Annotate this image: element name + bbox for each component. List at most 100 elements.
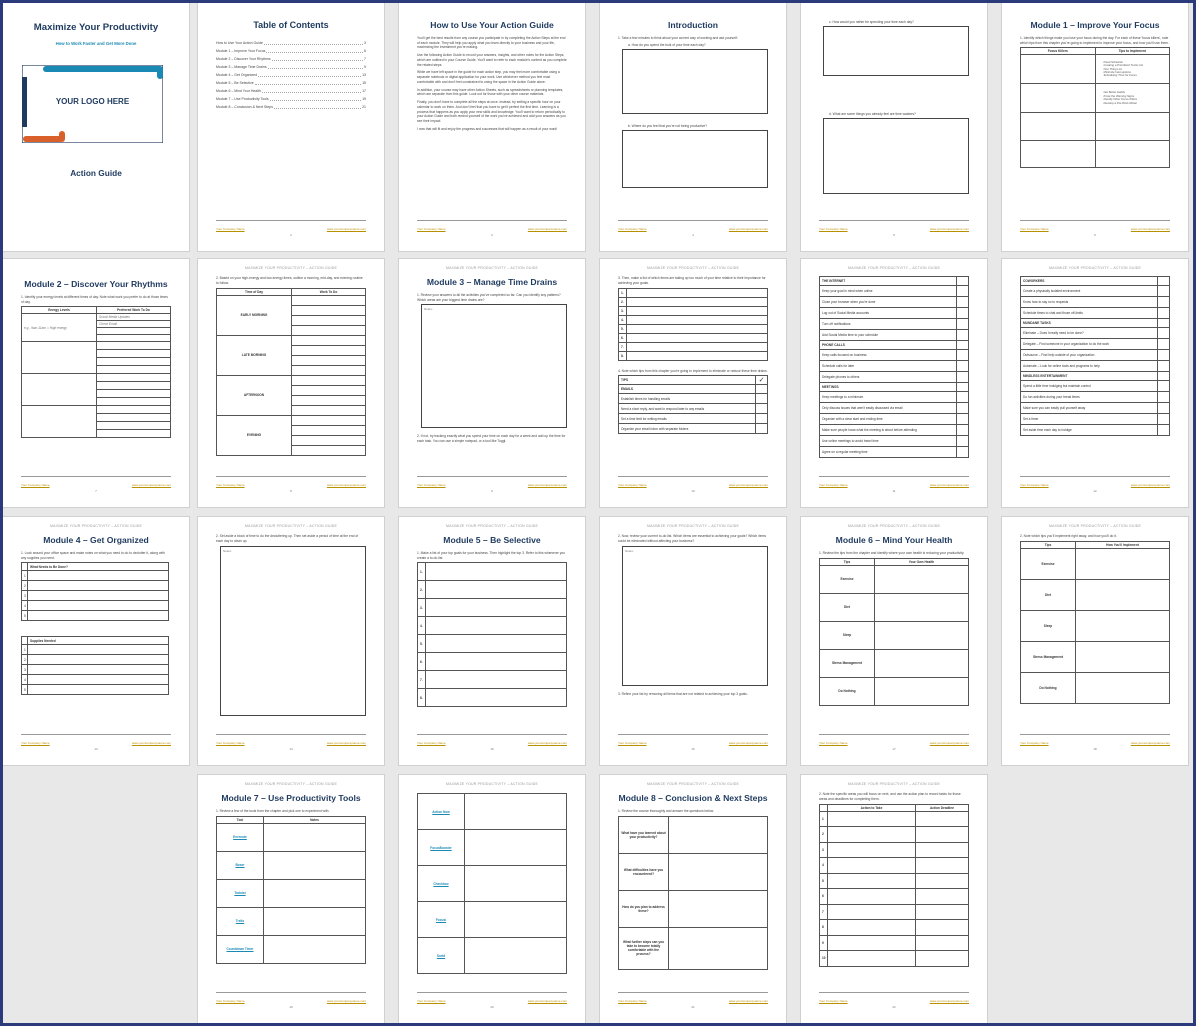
tool-link[interactable]: Trello [216, 906, 264, 936]
deadline-cell[interactable] [915, 934, 969, 952]
page-module-5-review[interactable]: MAXIMIZE YOUR PRODUCTIVITY – ACTION GUID… [600, 517, 786, 765]
footer-website[interactable]: www.yourcompanyname.com [1131, 227, 1170, 231]
page-module-3-tips[interactable]: MAXIMIZE YOUR PRODUCTIVITY – ACTION GUID… [801, 259, 987, 507]
action-cell[interactable] [827, 872, 916, 890]
entry-cell[interactable] [626, 323, 768, 334]
footer-website[interactable]: www.yourcompanyname.com [729, 227, 768, 231]
check-cell[interactable] [1157, 327, 1170, 339]
check-cell[interactable] [755, 403, 768, 415]
entry-cell[interactable] [425, 562, 567, 582]
tips-cell[interactable]: Fixed ScheduleCreating a Prioritized To-… [1094, 54, 1170, 85]
energy-cell[interactable] [21, 405, 97, 439]
footer-company[interactable]: Your Company Name [1020, 483, 1049, 487]
toc-entry[interactable]: How to Use Your Action Guide 3 [216, 39, 366, 47]
check-cell[interactable] [1157, 285, 1170, 297]
focus-killer-cell[interactable] [1020, 140, 1096, 169]
check-cell[interactable] [956, 307, 969, 319]
deadline-cell[interactable] [915, 872, 969, 890]
focus-killer-cell[interactable] [1020, 83, 1096, 114]
page-how-to-use[interactable]: How to Use Your Action Guide You'll get … [399, 3, 585, 251]
footer-website[interactable]: www.yourcompanyname.com [327, 483, 366, 487]
tool-link-text[interactable]: Todoist [234, 891, 245, 895]
deadline-cell[interactable] [915, 826, 969, 843]
page-module-5[interactable]: MAXIMIZE YOUR PRODUCTIVITY – ACTION GUID… [399, 517, 585, 765]
action-cell[interactable] [827, 950, 916, 967]
page-module-3[interactable]: MAXIMIZE YOUR PRODUCTIVITY – ACTION GUID… [399, 259, 585, 507]
page-cover[interactable]: Maximize Your Productivity How to Work F… [3, 3, 189, 251]
work-cell[interactable] [96, 397, 171, 407]
footer-website[interactable]: www.yourcompanyname.com [132, 483, 171, 487]
entry-cell[interactable] [27, 590, 169, 602]
page-module-6[interactable]: MAXIMIZE YOUR PRODUCTIVITY – ACTION GUID… [801, 517, 987, 765]
tool-link[interactable]: Countdown Timer [216, 934, 264, 964]
footer-website[interactable]: www.yourcompanyname.com [930, 741, 969, 745]
tool-link[interactable]: Boxer [216, 850, 264, 880]
footer-company[interactable]: Your Company Name [216, 483, 245, 487]
footer-company[interactable]: Your Company Name [417, 741, 446, 745]
tool-link-text[interactable]: Countdown Timer [226, 947, 253, 951]
entry-cell[interactable] [263, 878, 366, 908]
work-cell[interactable]: Social Media Updates [96, 313, 171, 322]
entry-cell[interactable] [425, 580, 567, 600]
tool-link[interactable]: Sortd [417, 937, 465, 974]
footer-company[interactable]: Your Company Name [618, 227, 647, 231]
work-cell[interactable] [291, 354, 366, 366]
entry-cell[interactable] [1075, 640, 1170, 673]
entry-cell[interactable] [27, 570, 169, 582]
check-cell[interactable] [956, 391, 969, 403]
tool-link[interactable]: Todoist [216, 878, 264, 908]
footer-website[interactable]: www.yourcompanyname.com [930, 999, 969, 1003]
entry-cell[interactable] [1075, 609, 1170, 642]
entry-cell[interactable] [27, 580, 169, 592]
check-cell[interactable] [1157, 296, 1170, 308]
entry-cell[interactable] [263, 934, 366, 964]
entry-cell[interactable] [425, 652, 567, 672]
check-cell[interactable] [956, 276, 969, 286]
check-cell[interactable] [1157, 413, 1170, 425]
toc-entry[interactable]: Module 6 – Mind Your Health 17 [216, 87, 366, 95]
energy-cell[interactable]: e.g., 9am-11am = High energy [21, 313, 97, 343]
work-cell[interactable] [291, 394, 366, 406]
entry-cell[interactable] [425, 634, 567, 654]
entry-cell[interactable] [626, 287, 768, 298]
tool-link-text[interactable]: Trello [236, 919, 245, 923]
action-cell[interactable] [827, 826, 916, 843]
page-module-6-implement[interactable]: MAXIMIZE YOUR PRODUCTIVITY – ACTION GUID… [1002, 517, 1188, 765]
work-cell[interactable] [291, 424, 366, 436]
footer-company[interactable]: Your Company Name [417, 999, 446, 1003]
entry-cell[interactable] [263, 822, 366, 852]
answer-box[interactable] [622, 129, 768, 188]
tool-link[interactable]: FocusBooster [417, 829, 465, 866]
page-module-8-action-plan[interactable]: MAXIMIZE YOUR PRODUCTIVITY – ACTION GUID… [801, 775, 987, 1023]
check-cell[interactable] [755, 393, 768, 405]
notes-box[interactable]: Notes: [622, 545, 768, 686]
footer-company[interactable]: Your Company Name [618, 741, 647, 745]
entry-cell[interactable] [626, 305, 768, 316]
answer-box[interactable] [823, 26, 969, 76]
energy-cell[interactable] [21, 373, 97, 407]
work-cell[interactable] [96, 341, 171, 351]
work-cell[interactable] [96, 349, 171, 359]
page-module-7[interactable]: MAXIMIZE YOUR PRODUCTIVITY – ACTION GUID… [198, 775, 384, 1023]
footer-website[interactable]: www.yourcompanyname.com [1131, 741, 1170, 745]
work-cell[interactable] [291, 334, 366, 346]
footer-website[interactable]: www.yourcompanyname.com [930, 483, 969, 487]
footer-website[interactable]: www.yourcompanyname.com [528, 227, 567, 231]
entry-cell[interactable] [27, 654, 169, 666]
entry-cell[interactable] [27, 610, 169, 622]
deadline-cell[interactable] [915, 903, 969, 921]
tool-link[interactable]: Checkbox [417, 865, 465, 902]
work-cell[interactable] [96, 373, 171, 383]
work-cell[interactable] [291, 384, 366, 396]
page-module-7-more-tools[interactable]: MAXIMIZE YOUR PRODUCTIVITY – ACTION GUID… [399, 775, 585, 1023]
deadline-cell[interactable] [915, 950, 969, 967]
entry-cell[interactable] [874, 676, 969, 706]
work-cell[interactable] [291, 304, 366, 316]
entry-cell[interactable] [626, 341, 768, 352]
check-cell[interactable] [755, 384, 768, 395]
toc-entry[interactable]: Module 5 – Be Selective 15 [216, 79, 366, 87]
check-cell[interactable] [1157, 349, 1170, 361]
work-cell[interactable] [96, 357, 171, 367]
tool-link-text[interactable]: FocusBooster [430, 846, 451, 850]
check-cell[interactable] [1157, 318, 1170, 328]
